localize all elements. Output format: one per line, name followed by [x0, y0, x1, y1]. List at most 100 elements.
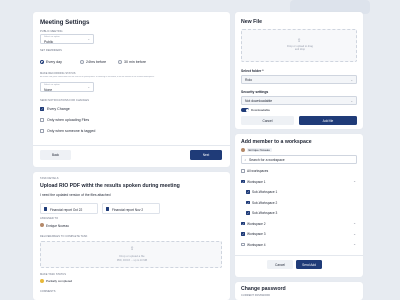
- reminder-option-label: 24hrs before: [86, 60, 107, 65]
- cancel-button[interactable]: Cancel: [241, 116, 294, 125]
- workspace-checkbox[interactable]: ✓: [246, 190, 250, 194]
- file-name: Financial report Oct 22: [50, 207, 83, 212]
- divider: [235, 255, 363, 256]
- reminder-radio-every-day[interactable]: [40, 60, 44, 64]
- visibility-label: PUBLIC MEETING: [40, 30, 63, 33]
- dropzone-text: Drop or upload a file: [119, 254, 145, 258]
- workspace-row[interactable]: ✓ Workspace 2 ⌄: [241, 221, 357, 227]
- chevron-down-icon: ⌄: [87, 85, 90, 89]
- workspace-row[interactable]: ✓ Sub-Workspace 2: [241, 200, 357, 206]
- all-workspaces-row[interactable]: All workspaces: [241, 169, 357, 174]
- new-file-title: New File: [241, 19, 263, 25]
- upload-icon: ⇪: [297, 38, 302, 44]
- document-icon: [44, 206, 47, 211]
- reminder-radio-30min[interactable]: [118, 60, 122, 64]
- workspace-checkbox[interactable]: ✓: [241, 179, 245, 184]
- notify-checkbox-tagged[interactable]: [40, 129, 44, 133]
- visibility-value: Public: [44, 39, 54, 44]
- chevron-down-icon: ⌄: [350, 98, 353, 103]
- search-icon: ⌕: [244, 157, 247, 162]
- workspace-row[interactable]: ✓ Sub-Workspace 1: [241, 190, 357, 195]
- workspace-row[interactable]: Workspace 4 ⌄: [241, 242, 357, 248]
- downloadable-toggle[interactable]: [241, 108, 249, 112]
- visibility-select-label: Select an option: [44, 36, 60, 38]
- chevron-down-icon[interactable]: ⌄: [353, 232, 356, 236]
- notify-checkbox-uploading[interactable]: [40, 118, 44, 122]
- workspace-label: Workspace 1: [247, 179, 266, 184]
- workspace-label: Sub-Workspace 3: [252, 211, 278, 216]
- assigned-label: ASSIGNED TO: [40, 217, 59, 220]
- toggle-label: Downloadable: [251, 108, 271, 113]
- workspace-checkbox[interactable]: ✓: [241, 221, 245, 226]
- reminders-label: SET REMINDERS: [40, 49, 62, 52]
- task-details-label: TASK DETAILS: [40, 177, 59, 180]
- record-label: MAKE RECORDING STATUS: [40, 72, 76, 75]
- workspace-label: Workspace 3: [247, 232, 266, 237]
- task-description: I need the updated version of the files …: [40, 193, 111, 197]
- record-select[interactable]: Select an option None ⌄: [40, 82, 94, 92]
- assignee-name: Enrique Noveau: [46, 223, 69, 228]
- security-select[interactable]: Not downloadable ⌄: [241, 96, 357, 105]
- record-value: None: [44, 87, 53, 92]
- cancel-button[interactable]: Cancel: [267, 260, 293, 269]
- reminder-radio-24hrs[interactable]: [80, 60, 84, 64]
- file-name: Financial report Nov 2: [112, 207, 144, 212]
- security-label: Security settings: [241, 90, 269, 94]
- folder-select[interactable]: Rolo ⌄: [241, 75, 357, 84]
- chevron-down-icon[interactable]: ⌄: [353, 242, 356, 246]
- task-status-label: MAKE TASK STATUS: [40, 273, 66, 276]
- folder-label: Select folder *: [241, 69, 264, 73]
- chevron-down-icon[interactable]: ⌄: [353, 179, 356, 183]
- notify-option-label: Every Change: [47, 107, 70, 111]
- chevron-down-icon: ⌄: [87, 37, 90, 41]
- workspace-label: Workspace 2: [247, 221, 266, 226]
- add-member-card: Add member to a workspace Enrique Noveau…: [235, 134, 363, 277]
- workspace-checkbox[interactable]: ✓: [246, 211, 250, 215]
- new-file-dropzone[interactable]: ⇪ Drop or upload to drag and drop: [241, 29, 357, 62]
- dropzone-text: Drop or upload to drag and drop: [287, 45, 313, 52]
- back-button[interactable]: Back: [40, 150, 71, 160]
- task-title: Upload RIO PDF witht the results spoken …: [40, 183, 180, 189]
- workspace-checkbox[interactable]: ✓: [246, 200, 250, 205]
- current-password-label: CURRENT PASSWORD: [241, 294, 271, 297]
- workspace-checkbox[interactable]: ✓: [241, 232, 245, 236]
- workspace-row[interactable]: ✓ Sub-Workspace 3: [241, 211, 357, 216]
- task-dropzone[interactable]: ⇪ Drop or upload a file PDF, DOCX ... up…: [40, 241, 222, 268]
- change-password-title: Change password: [241, 286, 286, 292]
- meeting-settings-title: Meeting Settings: [40, 19, 90, 26]
- file-attachment[interactable]: Financial report Nov 2: [102, 203, 160, 214]
- folder-value: Rolo: [245, 77, 252, 82]
- meeting-settings-card: Meeting Settings PUBLIC MEETING Select a…: [33, 12, 230, 167]
- file-attachment[interactable]: Financial report Oct 22: [40, 203, 98, 214]
- search-placeholder: Search for a workspace: [249, 157, 285, 162]
- workspace-row[interactable]: ✓ Workspace 1 ⌄: [241, 179, 357, 185]
- chevron-down-icon[interactable]: ⌄: [353, 221, 356, 225]
- next-button[interactable]: Next: [190, 150, 222, 160]
- upload-icon: ⇪: [130, 246, 135, 252]
- workspace-row[interactable]: ✓ Workspace 3 ⌄: [241, 232, 357, 237]
- workspace-label: Sub-Workspace 2: [252, 200, 278, 205]
- workspace-checkbox[interactable]: [241, 169, 245, 173]
- notify-label: SEND NOTIFICATIONS FOR CHANGES: [40, 99, 90, 102]
- avatar: [241, 148, 245, 152]
- upload-task-card: TASK DETAILS Upload RIO PDF witht the re…: [33, 172, 230, 300]
- status-icon: [40, 279, 44, 283]
- add-file-button[interactable]: Add file: [299, 116, 357, 125]
- dropzone-hint: PDF, DOCX ... up to 10 MB: [116, 258, 148, 262]
- change-password-card: Change password CURRENT PASSWORD: [235, 282, 363, 300]
- deliverables-label: DELIVERABLES TO COMPLETE TASK: [40, 235, 88, 238]
- notify-checkbox-every-change[interactable]: ✓: [40, 107, 44, 111]
- workspace-search-input[interactable]: ⌕ Search for a workspace: [241, 155, 357, 164]
- send-add-button[interactable]: Send Add: [296, 260, 322, 269]
- workspace-label: Workspace 4: [247, 242, 266, 247]
- visibility-select[interactable]: Select an option Public ⌄: [40, 34, 94, 44]
- member-name: Enrique Noveau: [247, 148, 272, 153]
- document-icon: [106, 206, 109, 211]
- divider: [33, 145, 230, 146]
- workspace-checkbox[interactable]: [241, 242, 245, 247]
- avatar: [40, 223, 44, 227]
- record-note: An email and push notification will be s…: [40, 76, 155, 78]
- chevron-down-icon: ⌄: [350, 77, 353, 82]
- reminder-option-label: 30 min before: [124, 60, 146, 65]
- workspace-label: All workspaces: [247, 169, 269, 174]
